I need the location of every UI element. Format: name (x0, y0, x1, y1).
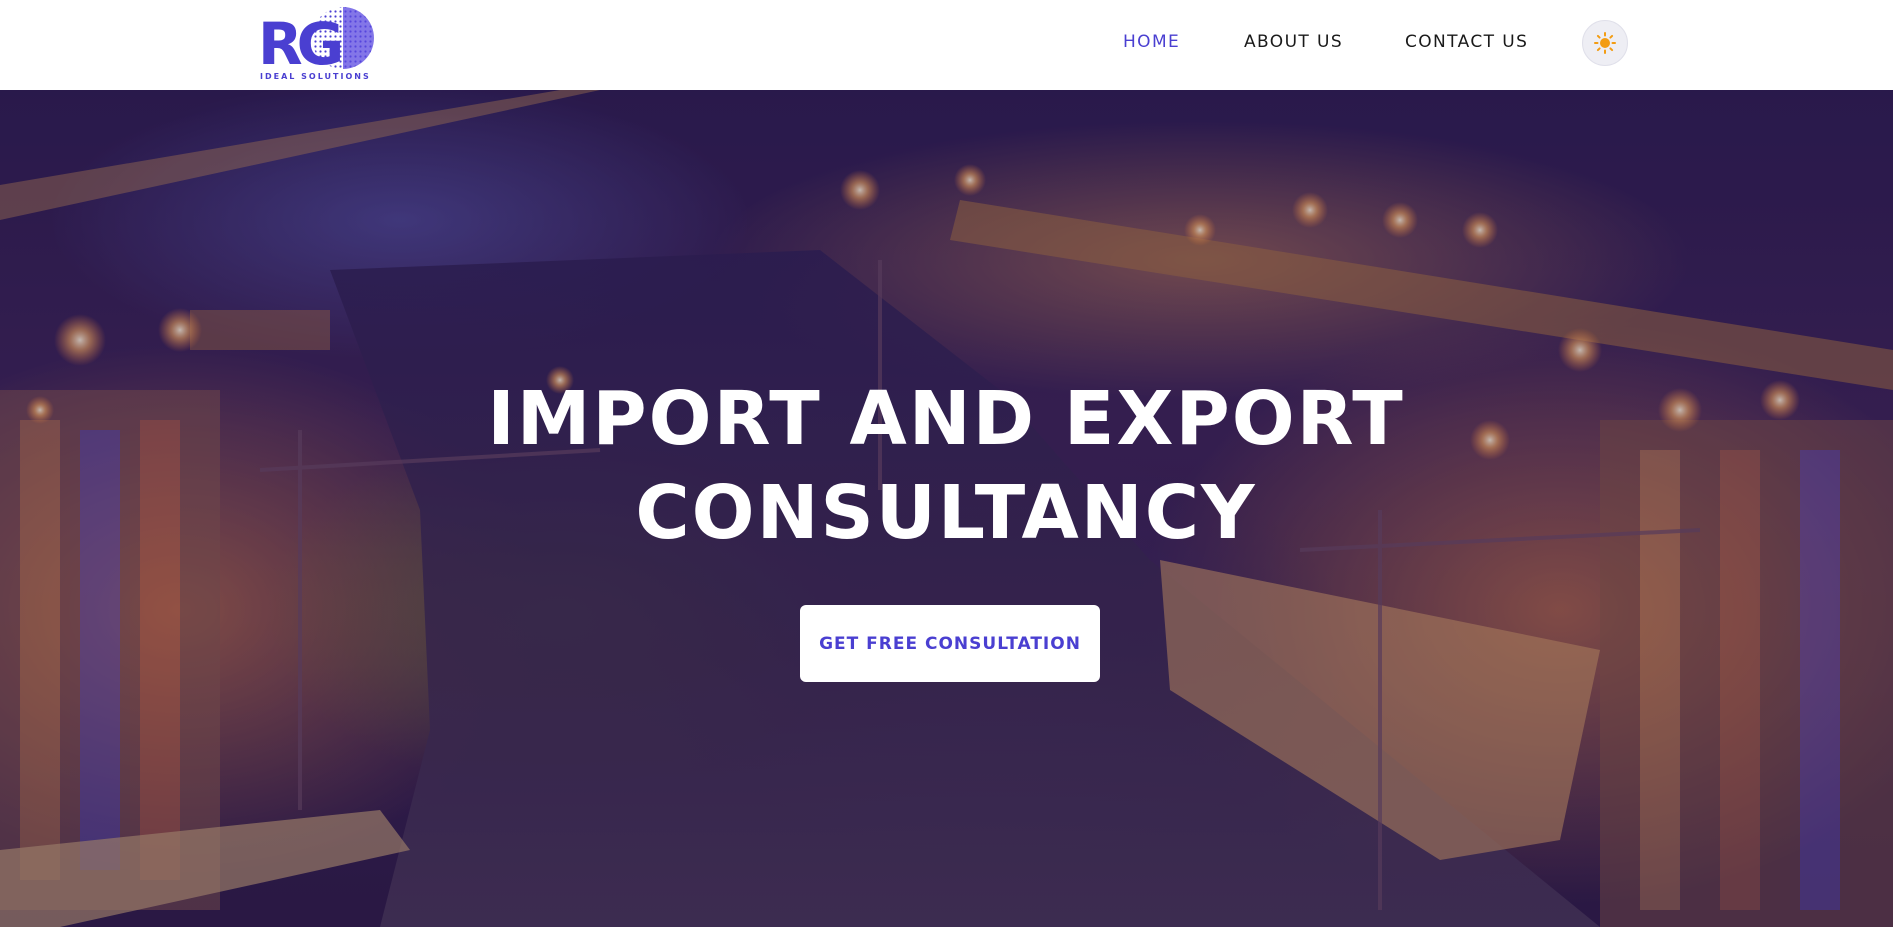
nav-home-link[interactable]: HOME (1123, 32, 1180, 52)
hero-section: IMPORT AND EXPORT CONSULTANCY GET FREE C… (0, 90, 1893, 927)
nav-contact-link[interactable]: CONTACT US (1405, 32, 1528, 52)
theme-toggle-button[interactable] (1582, 20, 1628, 66)
navbar: RG IDEAL SOLUTIONS HOME ABOUT US CONTACT… (0, 0, 1893, 90)
hero-title-line-1: IMPORT AND EXPORT (487, 376, 1405, 462)
sun-icon (1594, 32, 1616, 54)
hero-title: IMPORT AND EXPORT CONSULTANCY (346, 372, 1546, 560)
hero-title-line-2: CONSULTANCY (635, 470, 1257, 556)
logo-tagline: IDEAL SOLUTIONS (260, 72, 371, 81)
logo-letters: RG (258, 10, 341, 70)
logo[interactable]: RG IDEAL SOLUTIONS (258, 4, 374, 84)
logo-mark-icon: RG (258, 7, 374, 70)
get-free-consultation-button[interactable]: GET FREE CONSULTATION (800, 605, 1100, 682)
nav-about-link[interactable]: ABOUT US (1244, 32, 1343, 52)
